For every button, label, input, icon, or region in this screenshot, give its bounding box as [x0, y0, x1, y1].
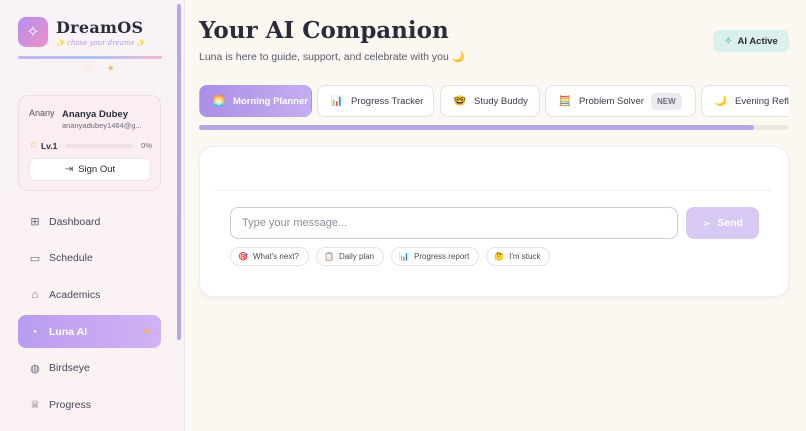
bar-chart-icon: 📊 [399, 252, 410, 261]
chip-label: What's next? [252, 252, 299, 261]
star-icon: ☆ [29, 140, 38, 151]
quick-replies: 🎯 What's next? 📋 Daily plan 📊 Progress r… [230, 247, 557, 266]
chip-im-stuck[interactable]: 🤔 I'm stuck [486, 247, 551, 266]
sparkle-icon: ✧ [18, 17, 48, 47]
chip-label: Daily plan [338, 252, 375, 261]
level-row: ☆ Lv.1 0% [29, 140, 152, 151]
sidebar-item-label: Schedule [49, 252, 93, 265]
bar-chart-icon: 📊 [330, 95, 344, 107]
tab-morning-planner[interactable]: 🌅 Morning Planner [199, 85, 312, 117]
graduation-cap-icon: ⌂ [31, 288, 39, 301]
paper-plane-icon: ➢ [702, 217, 712, 230]
mode-tabs: 🌅 Morning Planner 📊 Progress Tracker 🤓 S… [199, 85, 789, 119]
sidebar: ✧ DreamOS ✨ chase your dreams ✨ ♡ ★ Anan… [0, 0, 185, 431]
sunrise-icon: 🌅 [212, 95, 226, 107]
chip-label: I'm stuck [509, 252, 541, 261]
sidebar-scrollbar[interactable] [177, 4, 181, 340]
sparkle-icon: ✧ [724, 35, 733, 47]
divider [215, 190, 772, 191]
brand-name: DreamOS [56, 17, 144, 37]
sidebar-item-label: Dashboard [49, 215, 101, 228]
level-label: Lv.1 [40, 140, 58, 151]
abacus-icon: 🧮 [558, 95, 572, 107]
clipboard-icon: 📋 [323, 252, 334, 261]
brand[interactable]: ✧ DreamOS ✨ chase your dreams ✨ [18, 17, 145, 47]
tab-label: Morning Planner [233, 95, 308, 107]
avatar: Ananya [29, 108, 55, 118]
logout-icon: ⇥ [64, 164, 74, 175]
chip-whats-next[interactable]: 🎯 What's next? [230, 247, 309, 266]
tab-label: Problem Solver [579, 95, 644, 107]
new-badge: NEW [650, 92, 682, 110]
brand-decoration: ♡ ★ [84, 63, 121, 73]
main-content: Your AI Companion Luna is here to guide,… [199, 0, 799, 431]
globe-icon: ◍ [30, 362, 40, 375]
chip-daily-plan[interactable]: 📋 Daily plan [315, 247, 385, 266]
tabs-scrollbar-thumb[interactable] [199, 125, 754, 130]
sidebar-item-birdseye[interactable]: ◍ Birdseye [18, 352, 161, 385]
level-progress-bar [65, 143, 134, 148]
user-name: Ananya Dubey [62, 109, 128, 120]
sidebar-item-schedule[interactable]: ▭ Schedule [18, 242, 161, 275]
tab-label: Progress Tracker [351, 95, 424, 107]
ai-status-label: AI Active [737, 35, 778, 47]
page-title: Your AI Companion [199, 17, 449, 44]
grid-icon: ⊞ [30, 216, 40, 228]
tab-evening-reflection[interactable]: 🌙 Evening Refle [701, 85, 789, 117]
sidebar-item-label: Academics [49, 288, 101, 301]
chat-panel: ➢ Send 🎯 What's next? 📋 Daily plan 📊 Pro… [199, 146, 789, 297]
sidebar-item-progress[interactable]: ♕ Progress [18, 388, 161, 421]
thinking-face-icon: 🤔 [494, 252, 505, 261]
nerd-face-icon: 🤓 [453, 95, 467, 107]
sign-out-button[interactable]: ⇥ Sign Out [29, 158, 151, 181]
message-input[interactable] [230, 207, 678, 239]
ai-status-badge: ✧ AI Active [713, 30, 789, 52]
sparkle-icon: ✦ [141, 326, 151, 339]
target-icon: 🎯 [238, 252, 248, 261]
tab-study-buddy[interactable]: 🤓 Study Buddy [440, 85, 540, 117]
tab-label: Evening Refle [735, 95, 789, 107]
tab-problem-solver[interactable]: 🧮 Problem Solver NEW [545, 85, 696, 117]
moon-icon: 🌙 [714, 95, 728, 107]
sidebar-item-label: Luna AI [49, 325, 88, 338]
sidebar-item-luna-ai[interactable]: ● Luna AI ✦ [18, 315, 161, 349]
dot-icon: ● [33, 328, 37, 335]
brand-divider [18, 56, 162, 59]
page-subtitle: Luna is here to guide, support, and cele… [199, 51, 465, 63]
calendar-icon: ▭ [29, 252, 41, 265]
chip-progress-report[interactable]: 📊 Progress report [391, 247, 480, 266]
chip-label: Progress report [414, 252, 470, 261]
tab-progress-tracker[interactable]: 📊 Progress Tracker [317, 85, 434, 117]
trophy-icon: ♕ [30, 399, 40, 412]
tabs-scrollbar[interactable] [199, 125, 789, 130]
sign-out-label: Sign Out [78, 164, 116, 175]
level-percent: 0% [141, 141, 152, 150]
send-button[interactable]: ➢ Send [686, 207, 759, 239]
tab-label: Study Buddy [474, 95, 528, 107]
brand-tagline: ✨ chase your dreams ✨ [56, 38, 146, 47]
user-email: ananyadubey1464@g... [62, 121, 142, 130]
sidebar-item-academics[interactable]: ⌂ Academics [18, 278, 161, 311]
sidebar-item-label: Progress [49, 398, 92, 411]
sidebar-item-dashboard[interactable]: ⊞ Dashboard [18, 205, 161, 238]
user-card: Ananya Ananya Dubey ananyadubey1464@g...… [18, 95, 161, 191]
sidebar-item-label: Birdseye [49, 362, 90, 375]
sidebar-nav: ⊞ Dashboard ▭ Schedule ⌂ Academics ● Lun… [18, 205, 161, 425]
send-label: Send [717, 217, 743, 229]
